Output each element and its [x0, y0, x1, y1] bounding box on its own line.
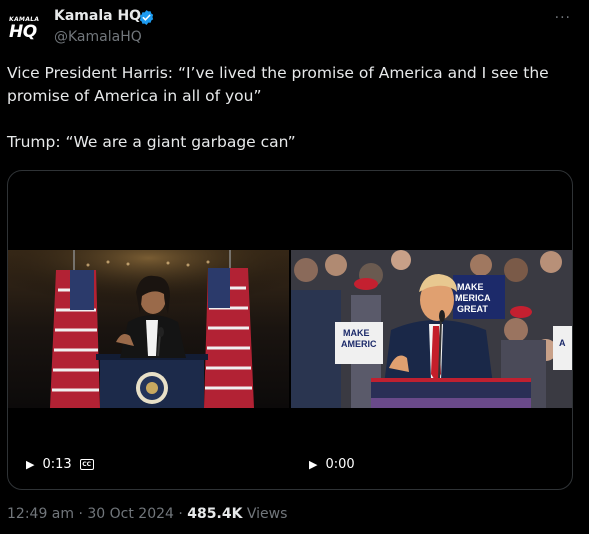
video-controls-harris: ▶ 0:13 CC [26, 457, 94, 472]
video-duration: 0:13 [42, 457, 72, 472]
avatar-logo-bottom: HQ [9, 22, 37, 42]
video-controls-trump: ▶ 0:00 [309, 457, 355, 472]
verified-badge-icon [139, 10, 154, 25]
views-count: 485.4K [187, 506, 243, 522]
tweet-time[interactable]: 12:49 am [7, 506, 74, 522]
play-icon[interactable]: ▶ [26, 458, 34, 471]
views-label: Views [246, 506, 288, 522]
svg-text:AMERIC: AMERIC [341, 339, 377, 349]
captions-icon[interactable]: CC [79, 459, 94, 470]
svg-text:MAKE: MAKE [457, 282, 484, 292]
svg-text:GREAT: GREAT [457, 304, 488, 314]
play-icon[interactable]: ▶ [309, 458, 317, 471]
svg-text:MAKE: MAKE [343, 328, 370, 338]
video-thumbnail-trump[interactable]: MAKE MERICA GREAT MAKE AMERIC A [291, 250, 572, 408]
tweet-meta: 12:49 am · 30 Oct 2024 · 485.4K Views [7, 506, 287, 522]
meta-separator: · [178, 506, 183, 522]
video-duration: 0:00 [325, 457, 355, 472]
author-handle[interactable]: @KamalaHQ [54, 29, 142, 45]
avatar[interactable]: KAMALA HQ [8, 14, 46, 44]
video-player-trump[interactable]: MAKE MERICA GREAT MAKE AMERIC A ▶ 0:00 [291, 171, 572, 489]
video-thumbnail-harris[interactable] [8, 250, 289, 408]
media-container: ▶ 0:13 CC MAKE MERICA GREAT MAKE AMERIC … [7, 170, 573, 490]
meta-separator: · [78, 506, 83, 522]
svg-text:A: A [559, 338, 566, 348]
tweet-text: Vice President Harris: “I’ve lived the p… [7, 64, 549, 151]
svg-text:MERICA: MERICA [455, 293, 491, 303]
more-icon[interactable]: ··· [555, 10, 571, 26]
author-name[interactable]: Kamala HQ [54, 8, 141, 24]
tweet-date[interactable]: 30 Oct 2024 [87, 506, 174, 522]
tweet-header: KAMALA HQ Kamala HQ @KamalaHQ ··· [8, 8, 581, 48]
video-player-harris[interactable]: ▶ 0:13 CC [8, 171, 289, 489]
